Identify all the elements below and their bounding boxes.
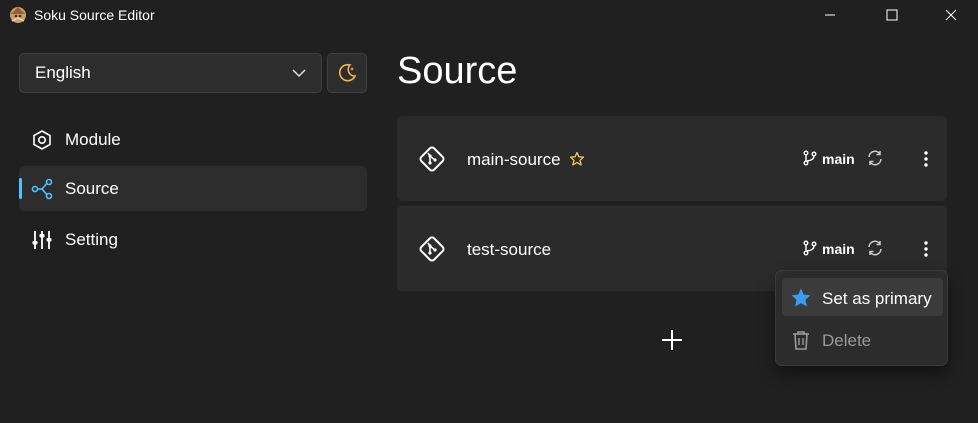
source-card-main-source[interactable]: main-source main — [397, 116, 947, 201]
source-name: test-source — [467, 240, 552, 259]
sliders-icon — [32, 231, 52, 249]
menu-item-set-primary[interactable]: Set as primary — [782, 278, 943, 316]
sidebar-item-label: Source — [65, 179, 119, 198]
hexagon-icon — [33, 130, 51, 150]
git-icon — [419, 146, 445, 172]
sidebar-item-source[interactable]: Source — [19, 166, 367, 211]
trash-icon — [793, 331, 809, 350]
refresh-icon[interactable] — [866, 239, 884, 257]
page-title: Source — [397, 50, 518, 92]
sidebar-item-setting[interactable]: Setting — [19, 217, 367, 262]
star-icon — [791, 288, 811, 307]
branch-icon — [803, 240, 817, 256]
source-name: main-source — [467, 150, 561, 169]
branch-label: main — [822, 241, 855, 257]
add-source-button[interactable] — [659, 327, 685, 353]
primary-star-icon — [569, 151, 584, 166]
language-select[interactable]: English — [19, 53, 322, 93]
theme-toggle-button[interactable] — [327, 53, 367, 93]
active-indicator — [19, 178, 22, 199]
sidebar-item-label: Module — [65, 130, 121, 149]
minimize-button[interactable] — [807, 0, 853, 30]
menu-item-label: Delete — [822, 331, 872, 350]
chevron-down-icon — [292, 69, 306, 78]
moon-icon — [339, 63, 357, 82]
title-bar: Soku Source Editor — [0, 0, 978, 30]
more-options-icon[interactable] — [917, 149, 935, 169]
branch-label: main — [822, 151, 855, 167]
more-options-icon[interactable] — [917, 239, 935, 259]
close-icon — [945, 9, 957, 21]
sidebar-item-label: Setting — [65, 230, 118, 249]
refresh-icon[interactable] — [866, 149, 884, 167]
branch-icon — [803, 150, 817, 166]
menu-item-label: Set as primary — [822, 289, 932, 308]
maximize-icon — [886, 9, 898, 21]
minimize-icon — [825, 14, 835, 16]
git-icon — [419, 236, 445, 262]
maximize-button[interactable] — [869, 0, 915, 30]
close-button[interactable] — [928, 0, 974, 30]
language-selected-value: English — [35, 63, 91, 82]
window-title: Soku Source Editor — [34, 7, 155, 23]
source-context-menu: Set as primary Delete — [775, 270, 948, 366]
sidebar-item-module[interactable]: Module — [19, 117, 367, 162]
share-icon — [31, 178, 53, 200]
menu-item-delete[interactable]: Delete — [782, 320, 943, 358]
app-logo-icon — [10, 7, 26, 23]
